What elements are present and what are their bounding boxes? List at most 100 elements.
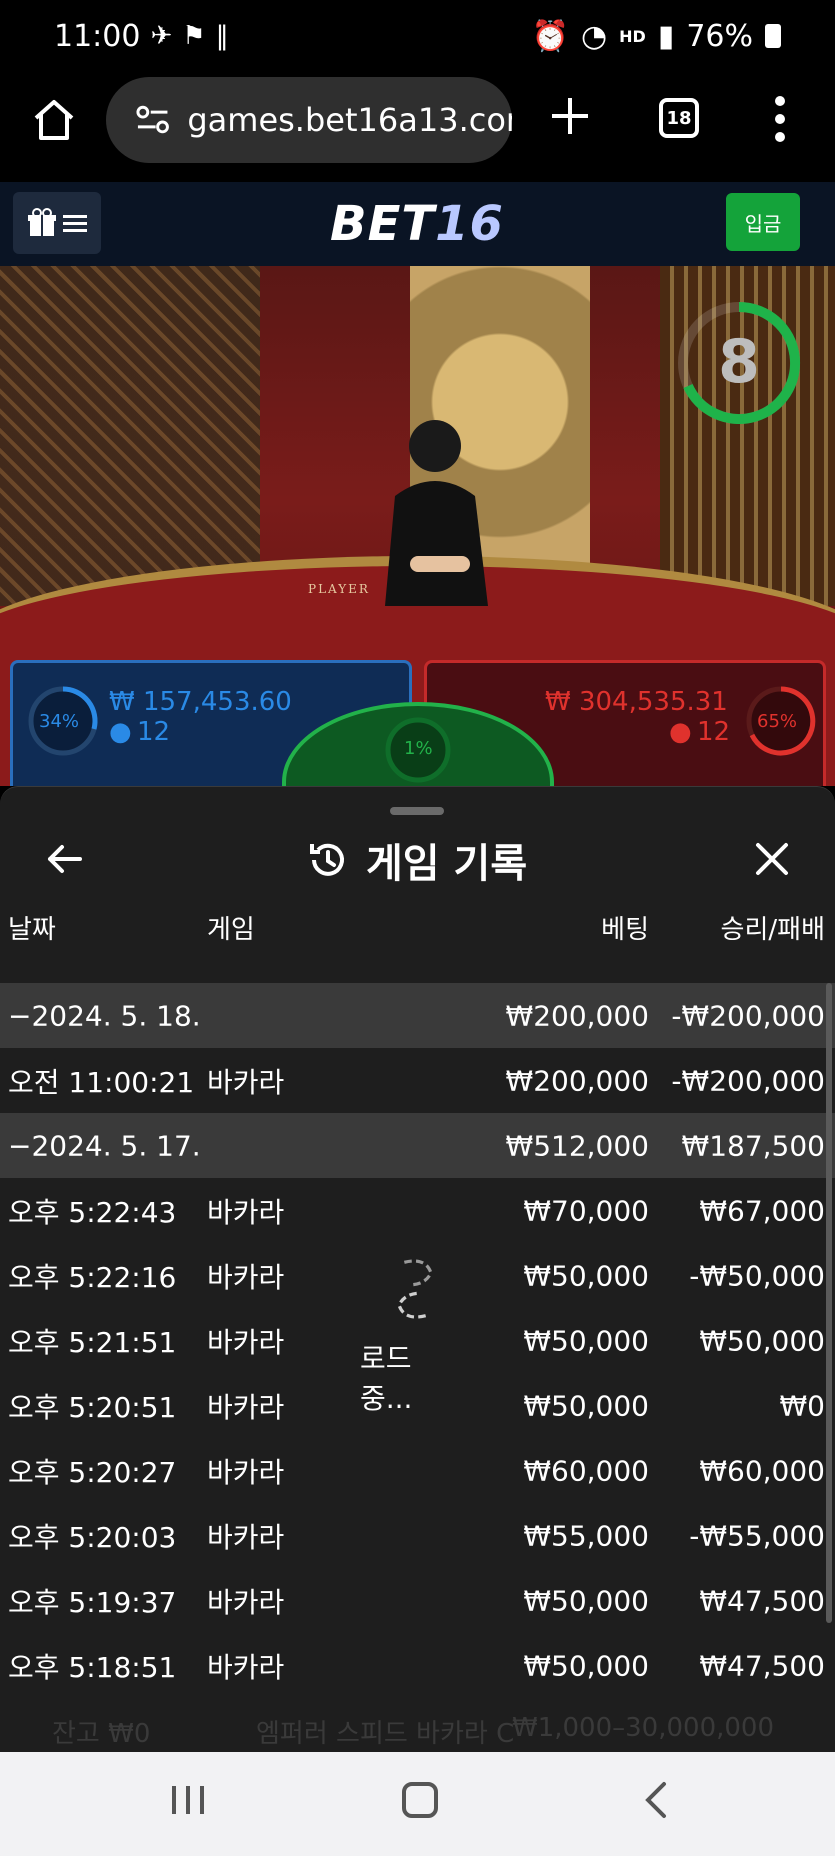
col-date: 날짜 [8,915,56,945]
row-date: 오후 5:22:16 [8,1260,177,1294]
row-bet: ₩50,000 [523,1324,649,1357]
menu-button[interactable] [13,192,101,254]
history-row[interactable]: 오후 5:20:03 바카라 ₩55,000 -₩55,000 [0,1503,835,1568]
row-result: -₩55,000 [689,1519,825,1552]
row-result: ₩187,500 [681,1129,825,1162]
site-settings-icon[interactable] [134,100,173,140]
row-bet: ₩200,000 [505,1064,649,1097]
tab-switcher-button[interactable]: 18 [659,98,699,138]
table-limits-text: ₩1,000–30,000,000 [512,1713,775,1743]
gift-icon [28,208,56,236]
battery-icon [765,24,781,48]
hamburger-icon [63,215,87,232]
col-bet: 베팅 [601,915,649,945]
row-game: 바카라 [207,1065,285,1099]
signal-icon: ▮ [657,18,675,54]
player-count: 12 [137,717,171,747]
loading-text: 로드 중... [360,1342,413,1415]
back-nav-icon[interactable] [640,1780,670,1820]
player-percent: 34% [39,711,80,732]
deposit-button[interactable]: 입금 [726,193,800,251]
banker-user-icon: ● [669,717,692,747]
row-result: ₩0 [779,1389,826,1422]
row-game: 바카라 [207,1195,285,1229]
row-date: 오후 5:18:51 [8,1650,177,1684]
home-nav-icon[interactable] [400,1780,440,1820]
banker-amount: ₩ 304,535.31 [545,687,728,717]
scrollbar[interactable] [826,983,832,1623]
logo-num: 16 [435,196,504,252]
row-result: -₩50,000 [689,1259,825,1292]
history-row[interactable]: 오후 5:20:27 바카라 ₩60,000 ₩60,000 [0,1438,835,1503]
row-bet: ₩50,000 [523,1649,649,1682]
banker-percent: 65% [757,711,798,732]
row-date: −2024. 5. 18. [8,999,201,1032]
row-game: 바카라 [207,1390,285,1424]
row-date: 오후 5:22:43 [8,1195,177,1229]
row-game: 바카라 [207,1260,285,1294]
sheet-title: 게임 기록 [366,841,528,887]
date-group-row[interactable]: −2024. 5. 18. ₩200,000 -₩200,000 [0,983,835,1048]
app-notification-icon: ⚑ [182,21,206,51]
row-bet: ₩50,000 [523,1259,649,1292]
banker-count: 12 [697,717,731,747]
history-row[interactable]: 오전 11:00:21 바카라 ₩200,000 -₩200,000 [0,1048,835,1113]
table-name-text: 엠퍼러 스피드 바카라 C [256,1719,515,1749]
home-icon[interactable] [30,96,78,144]
sheet-drag-handle[interactable] [390,807,444,815]
row-bet: ₩50,000 [523,1389,649,1422]
row-result: -₩200,000 [671,999,825,1032]
row-date: 오후 5:20:03 [8,1520,177,1554]
countdown-timer: 8 [678,302,801,424]
player-amount: ₩ 157,453.60 [109,687,292,717]
tie-percent: 1% [404,738,433,759]
logo-bet: BET [330,196,436,252]
row-game: 바카라 [207,1455,285,1489]
row-game: 바카라 [207,1650,285,1684]
col-game: 게임 [207,915,255,945]
row-date: −2024. 5. 17. [8,1129,201,1162]
status-time: 11:00 [54,18,141,54]
loading-indicator: 로드 중... [360,1257,470,1417]
row-date: 오후 5:20:27 [8,1455,177,1489]
game-history-sheet: 게임 기록 날짜 게임 베팅 승리/패배 −2024. 5. 18. ₩200,0… [0,786,835,1752]
site-logo[interactable]: BET16 [330,196,504,252]
sim-icon: ‖ [215,21,229,51]
new-tab-icon[interactable] [548,94,592,138]
history-row[interactable]: 오후 5:18:51 바카라 ₩50,000 ₩47,500 [0,1633,835,1698]
row-bet: ₩60,000 [523,1454,649,1487]
row-bet: ₩200,000 [505,999,649,1032]
row-game: 바카라 [207,1325,285,1359]
row-bet: ₩50,000 [523,1584,649,1617]
history-icon [310,843,344,876]
recent-apps-icon[interactable] [170,1780,206,1820]
row-result: ₩50,000 [699,1324,825,1357]
more-options-icon[interactable] [774,96,786,142]
table-header: 날짜 게임 베팅 승리/패배 [0,909,835,949]
row-result: ₩67,000 [699,1194,825,1227]
history-row[interactable]: 오후 5:22:43 바카라 ₩70,000 ₩67,000 [0,1178,835,1243]
hd-voice-icon: HD [619,26,646,46]
row-game: 바카라 [207,1585,285,1619]
background-wall [0,266,260,606]
row-date: 오후 5:19:37 [8,1585,177,1619]
row-date: 오후 5:20:51 [8,1390,177,1424]
row-date: 오후 5:21:51 [8,1325,177,1359]
date-group-row[interactable]: −2024. 5. 17. ₩512,000 ₩187,500 [0,1113,835,1178]
address-bar[interactable]: games.bet16a13.com [106,77,512,163]
close-icon[interactable] [752,839,792,879]
row-bet: ₩55,000 [523,1519,649,1552]
site-header: BET16 입금 [0,182,835,266]
status-bar: 11:00 ✈ ⚑ ‖ ⏰ ◔ HD ▮ 76% [0,0,835,72]
row-result: ₩47,500 [699,1584,825,1617]
back-arrow-icon[interactable] [44,839,84,879]
balance-text: 잔고 ₩0 [52,1719,151,1749]
row-result: ₩60,000 [699,1454,825,1487]
row-result: ₩47,500 [699,1649,825,1682]
url-text: games.bet16a13.com [187,101,512,139]
history-row[interactable]: 오후 5:19:37 바카라 ₩50,000 ₩47,500 [0,1568,835,1633]
row-bet: ₩512,000 [505,1129,649,1162]
battery-level: 76% [686,18,753,54]
sheet-header: 게임 기록 [306,831,527,889]
browser-toolbar: games.bet16a13.com 18 [0,72,835,182]
